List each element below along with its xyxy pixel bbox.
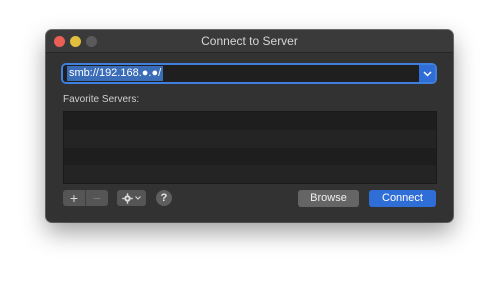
titlebar: Connect to Server	[46, 30, 453, 53]
help-button[interactable]: ?	[156, 190, 172, 206]
chevron-down-icon	[422, 70, 432, 77]
browse-button[interactable]: Browse	[298, 190, 359, 207]
list-row	[64, 112, 436, 130]
connect-to-server-window: Connect to Server smb://192.168.●.●/ Fav…	[46, 30, 453, 222]
favorite-servers-list[interactable]	[63, 111, 437, 184]
action-menu-button[interactable]	[117, 190, 146, 206]
remove-favorite-button[interactable]: −	[86, 190, 108, 206]
connect-button[interactable]: Connect	[369, 190, 436, 207]
list-row	[64, 165, 436, 183]
gear-icon	[122, 192, 133, 204]
favorite-servers-label: Favorite Servers:	[63, 94, 140, 105]
window-title: Connect to Server	[201, 34, 298, 48]
add-favorite-button[interactable]: +	[63, 190, 86, 206]
chevron-down-icon	[135, 196, 141, 200]
address-history-dropdown-button[interactable]	[419, 65, 435, 82]
stage: Connect to Server smb://192.168.●.●/ Fav…	[0, 0, 500, 286]
add-remove-segmented-control: + −	[63, 190, 108, 206]
list-row	[64, 147, 436, 166]
server-address-input[interactable]: smb://192.168.●.●/	[67, 66, 164, 81]
server-address-combobox[interactable]: smb://192.168.●.●/	[63, 65, 435, 82]
list-row	[64, 129, 436, 148]
